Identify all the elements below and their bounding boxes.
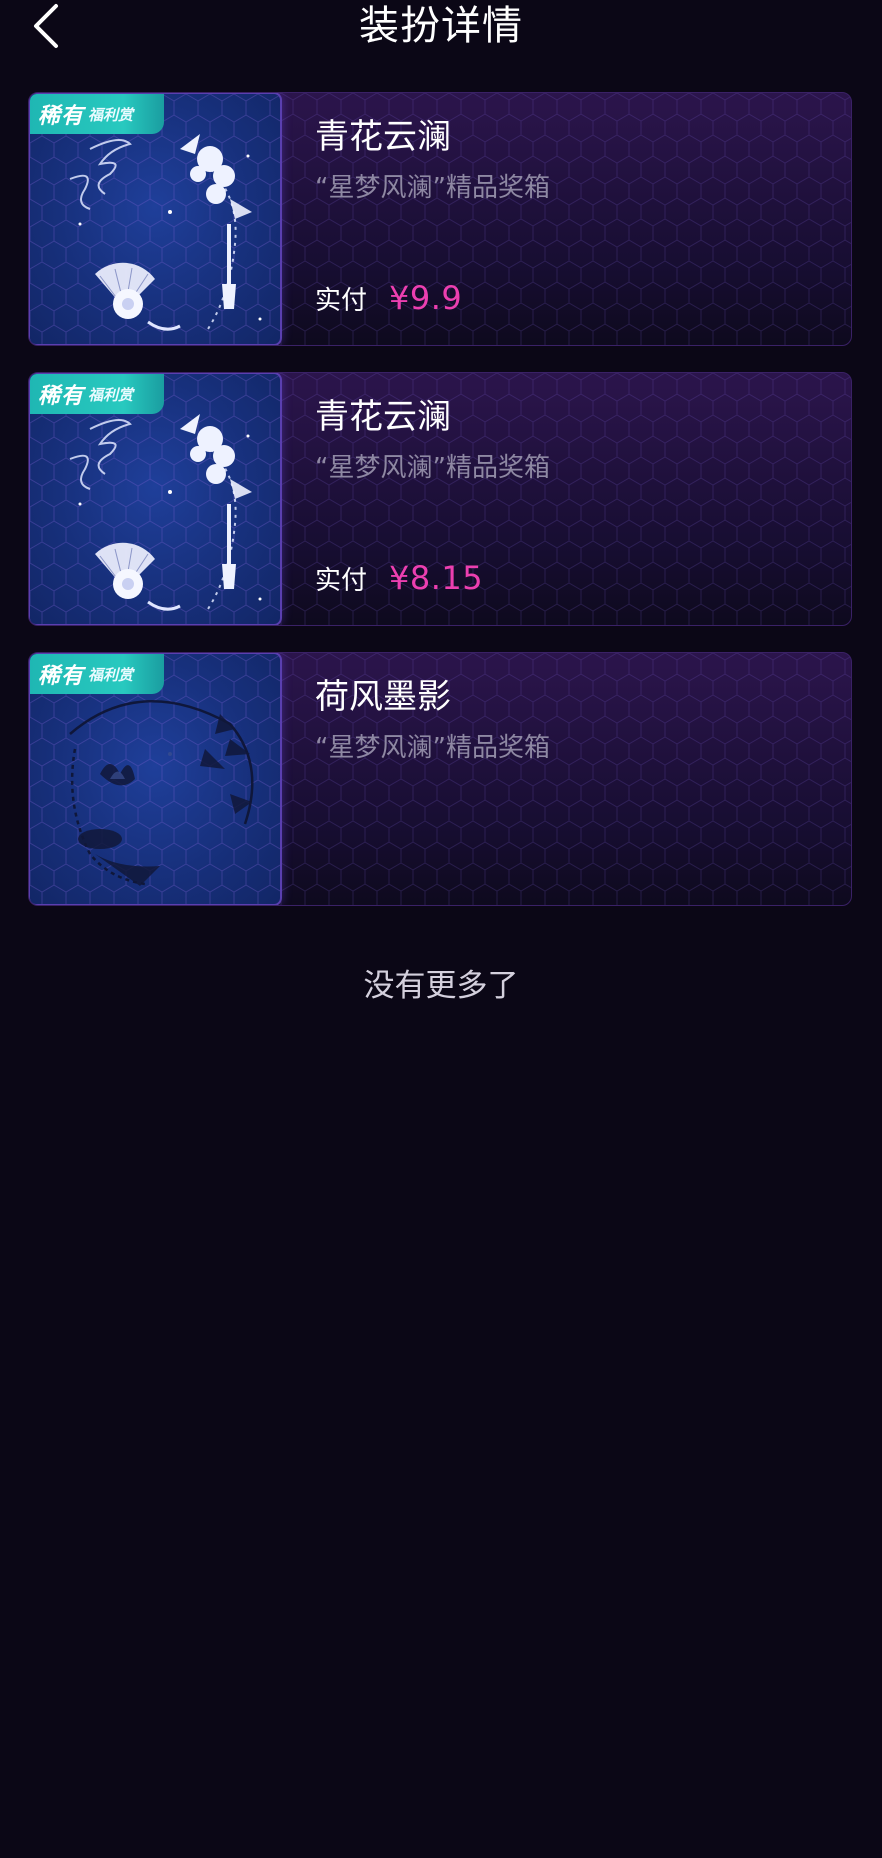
price-label: 实付: [315, 566, 368, 596]
outfit-source: “星梦风澜”精品奖箱: [315, 453, 550, 483]
rare-badge: 稀有 福利赏: [30, 374, 164, 414]
outfit-card[interactable]: 稀有 福利赏 荷风墨影 “星梦风澜”精品奖箱: [28, 652, 852, 906]
price-row: 实付 ¥9.9: [315, 279, 462, 319]
outfit-name: 青花云澜: [315, 397, 451, 437]
page-title: 装扮详情: [359, 3, 523, 49]
rare-badge: 稀有 福利赏: [30, 94, 164, 134]
end-of-list-text: 没有更多了: [363, 968, 519, 1004]
price-label: 实付: [315, 286, 368, 316]
outfit-name: 荷风墨影: [315, 677, 451, 717]
page: 装扮详情 稀有 福利赏 青花云澜 “星梦风澜”精品奖箱 实付 ¥9.9 稀有 福…: [0, 0, 882, 1858]
outfit-thumbnail[interactable]: 稀有 福利赏: [29, 373, 282, 625]
outfit-name: 青花云澜: [315, 117, 451, 157]
outfit-source: “星梦风澜”精品奖箱: [315, 733, 550, 763]
header: 装扮详情: [0, 0, 882, 60]
rare-badge: 稀有 福利赏: [30, 654, 164, 694]
outfit-card[interactable]: 稀有 福利赏 青花云澜 “星梦风澜”精品奖箱 实付 ¥8.15: [28, 372, 852, 626]
price-row: [315, 839, 337, 879]
outfit-list: 稀有 福利赏 青花云澜 “星梦风澜”精品奖箱 实付 ¥9.9 稀有 福利赏 青花…: [28, 92, 854, 932]
price-value: ¥8.15: [389, 559, 484, 597]
badge-sub-label: 福利赏: [88, 665, 134, 684]
price-row: 实付 ¥8.15: [315, 559, 483, 599]
outfit-source: “星梦风澜”精品奖箱: [315, 173, 550, 203]
price-value: ¥9.9: [389, 279, 463, 317]
badge-sub-label: 福利赏: [88, 105, 134, 124]
outfit-card[interactable]: 稀有 福利赏 青花云澜 “星梦风澜”精品奖箱 实付 ¥9.9: [28, 92, 852, 346]
outfit-thumbnail[interactable]: 稀有 福利赏: [29, 653, 282, 905]
badge-main-label: 稀有: [38, 104, 85, 129]
outfit-thumbnail[interactable]: 稀有 福利赏: [29, 93, 282, 345]
badge-sub-label: 福利赏: [88, 385, 134, 404]
badge-main-label: 稀有: [38, 664, 85, 689]
badge-main-label: 稀有: [38, 384, 85, 409]
